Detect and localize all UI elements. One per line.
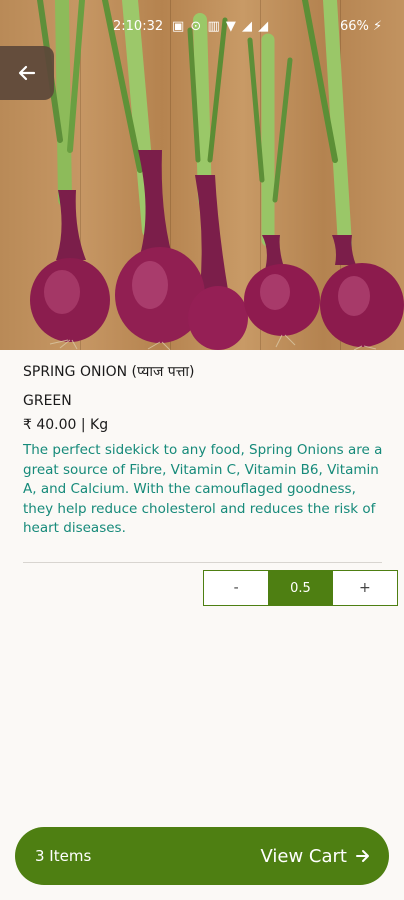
quantity-stepper: - 0.5 + [203,570,398,606]
status-bar: 2:10:32 ▣ ⊙ ▥ ▼ ◢ ◢ 66% ⚡ [0,0,404,55]
product-description: The perfect sidekick to any food, Spring… [23,442,383,536]
decrement-button[interactable]: - [204,571,268,605]
product-name: SPRING ONION (प्याज पत्ता) [23,364,195,380]
cart-item-count: 3 Items [35,847,92,865]
product-variant: GREEN [23,393,72,409]
view-cart-bar[interactable]: 3 Items View Cart [15,827,389,885]
status-icons: ▣ ⊙ ▥ ▼ ◢ ◢ [172,19,270,34]
back-button[interactable] [0,46,54,100]
product-price: ₹ 40.00 | Kg [23,417,109,433]
view-cart-button[interactable]: View Cart [261,846,372,867]
arrow-right-icon [356,850,369,862]
status-time: 2:10:32 [113,19,164,34]
battery-indicator: 66% ⚡ [340,19,383,34]
view-cart-label: View Cart [260,845,348,867]
increment-button[interactable]: + [333,571,397,605]
product-image: 2:10:32 ▣ ⊙ ▥ ▼ ◢ ◢ 66% ⚡ [0,0,404,350]
product-info: SPRING ONION (प्याज पत्ता) GREEN ₹ 40.00… [23,362,383,539]
divider [23,562,382,563]
quantity-value: 0.5 [268,571,333,605]
arrow-left-icon [18,65,36,81]
